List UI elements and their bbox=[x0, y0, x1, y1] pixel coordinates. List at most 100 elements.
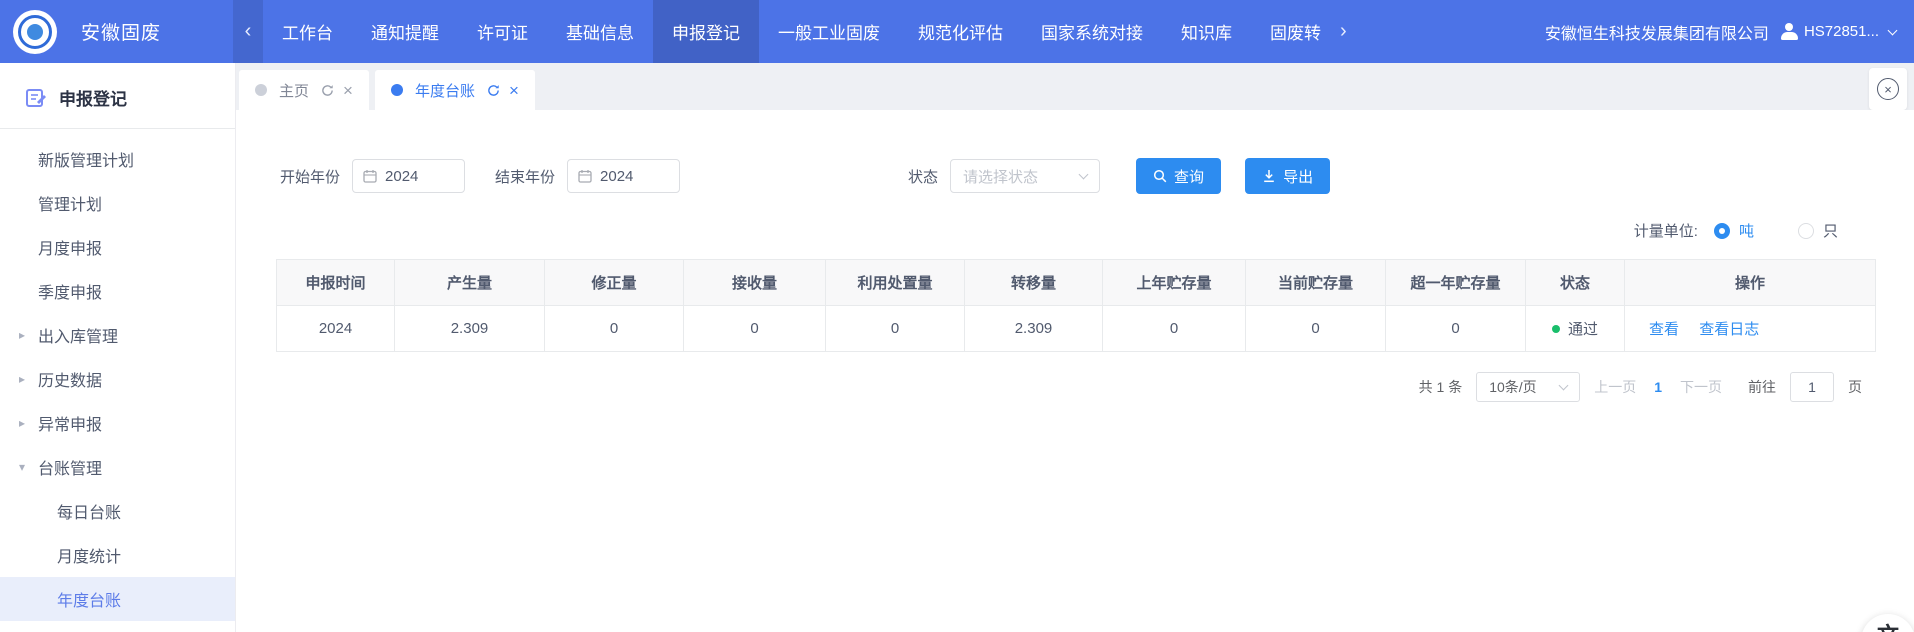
cell-utilized-disposed: 0 bbox=[826, 306, 965, 352]
primary-nav: 工作台 通知提醒 许可证 基础信息 申报登记 一般工业固废 规范化评估 国家系统… bbox=[263, 0, 1340, 63]
tab-annual-ledger[interactable]: 年度台账 × bbox=[375, 70, 535, 110]
col-declare-time: 申报时间 bbox=[277, 260, 395, 306]
username: HS72851... bbox=[1804, 23, 1879, 40]
nav-scroll-right-icon[interactable]: › bbox=[1340, 0, 1353, 63]
col-current-storage: 当前贮存量 bbox=[1246, 260, 1386, 306]
sidebar-item-abnormal-declaration[interactable]: ▸异常申报 bbox=[0, 401, 235, 445]
nav-item-general-industrial-waste[interactable]: 一般工业固废 bbox=[759, 0, 899, 63]
radio-ton[interactable] bbox=[1714, 223, 1730, 239]
view-link[interactable]: 查看 bbox=[1649, 321, 1679, 338]
main-content: 开始年份 2024 结束年份 2024 状态 请选择状态 bbox=[236, 110, 1914, 632]
sidebar-item-monthly-statistics[interactable]: 月度统计 bbox=[0, 533, 235, 577]
total-count: 共 1 条 bbox=[1419, 377, 1463, 397]
app-title: 安徽固废 bbox=[81, 18, 161, 45]
top-navbar: 安徽固废 ‹ 工作台 通知提醒 许可证 基础信息 申报登记 一般工业固废 规范化… bbox=[0, 0, 1914, 63]
col-actions: 操作 bbox=[1625, 260, 1876, 306]
caret-down-icon: ▾ bbox=[19, 460, 25, 474]
col-corrected: 修正量 bbox=[545, 260, 684, 306]
table-row: 2024 2.309 0 0 0 2.309 0 0 0 通过 查看 查看日志 bbox=[277, 306, 1876, 352]
status-badge: 通过 bbox=[1568, 318, 1598, 339]
page-size-select[interactable]: 10条/页 bbox=[1476, 372, 1580, 402]
status-label: 状态 bbox=[908, 166, 938, 187]
col-generated: 产生量 bbox=[395, 260, 545, 306]
status-select[interactable]: 请选择状态 bbox=[950, 159, 1100, 193]
caret-right-icon: ▸ bbox=[19, 416, 25, 430]
pagination: 共 1 条 10条/页 上一页 1 下一页 前往 1 页 bbox=[236, 372, 1914, 402]
unit-label: 计量单位: bbox=[1634, 220, 1698, 241]
cell-generated: 2.309 bbox=[395, 306, 545, 352]
end-year-label: 结束年份 bbox=[495, 166, 555, 187]
prev-page-button[interactable]: 上一页 bbox=[1594, 377, 1636, 397]
unit-switcher: 计量单位: 吨 只 bbox=[236, 220, 1914, 241]
close-all-tabs-button[interactable]: × bbox=[1869, 68, 1907, 110]
col-last-year-storage: 上年贮存量 bbox=[1103, 260, 1246, 306]
calendar-icon bbox=[363, 169, 377, 183]
close-icon[interactable]: × bbox=[509, 82, 519, 99]
nav-item-knowledge-base[interactable]: 知识库 bbox=[1162, 0, 1251, 63]
page-suffix: 页 bbox=[1848, 377, 1862, 397]
chevron-down-icon bbox=[1888, 25, 1898, 35]
radio-piece[interactable] bbox=[1798, 223, 1814, 239]
current-page[interactable]: 1 bbox=[1650, 379, 1666, 395]
caret-right-icon: ▸ bbox=[19, 372, 25, 386]
calendar-icon bbox=[578, 169, 592, 183]
sidebar-menu: 新版管理计划 管理计划 月度申报 季度申报 ▸出入库管理 ▸历史数据 ▸异常申报… bbox=[0, 129, 235, 621]
start-year-label: 开始年份 bbox=[280, 166, 340, 187]
filter-bar: 开始年份 2024 结束年份 2024 状态 请选择状态 bbox=[236, 158, 1914, 194]
user-icon bbox=[1781, 23, 1798, 40]
user-menu[interactable]: HS72851... bbox=[1781, 23, 1896, 40]
tab-strip: 主页 × 年度台账 × × bbox=[236, 63, 1914, 110]
sidebar-title: 申报登记 bbox=[59, 85, 127, 110]
nav-item-notifications[interactable]: 通知提醒 bbox=[352, 0, 458, 63]
sidebar-item-ledger-management[interactable]: ▾台账管理 bbox=[0, 445, 235, 489]
sidebar-item-management-plan[interactable]: 管理计划 bbox=[0, 181, 235, 225]
sidebar-item-annual-ledger[interactable]: 年度台账 bbox=[0, 577, 235, 621]
floating-widget-button[interactable]: 文 bbox=[1861, 614, 1914, 632]
sidebar-item-history-data[interactable]: ▸历史数据 bbox=[0, 357, 235, 401]
cell-transferred: 2.309 bbox=[965, 306, 1103, 352]
radio-piece-label[interactable]: 只 bbox=[1823, 220, 1838, 241]
refresh-icon[interactable] bbox=[321, 84, 334, 97]
nav-item-declaration[interactable]: 申报登记 bbox=[653, 0, 759, 63]
chevron-down-icon bbox=[1079, 170, 1089, 180]
close-icon[interactable]: × bbox=[343, 82, 353, 99]
company-name: 安徽恒生科技发展集团有限公司 bbox=[1545, 20, 1769, 44]
sidebar-item-daily-ledger[interactable]: 每日台账 bbox=[0, 489, 235, 533]
next-page-button[interactable]: 下一页 bbox=[1680, 377, 1722, 397]
sidebar-item-quarterly-declaration[interactable]: 季度申报 bbox=[0, 269, 235, 313]
cell-current-storage: 0 bbox=[1246, 306, 1386, 352]
sidebar-item-inout-warehouse[interactable]: ▸出入库管理 bbox=[0, 313, 235, 357]
nav-item-basic-info[interactable]: 基础信息 bbox=[547, 0, 653, 63]
end-year-input[interactable]: 2024 bbox=[567, 159, 680, 193]
cell-received: 0 bbox=[684, 306, 826, 352]
cell-corrected: 0 bbox=[545, 306, 684, 352]
app-logo-icon bbox=[13, 10, 57, 54]
logo-emblem bbox=[27, 24, 43, 40]
search-button[interactable]: 查询 bbox=[1136, 158, 1221, 194]
nav-item-workbench[interactable]: 工作台 bbox=[263, 0, 352, 63]
radio-ton-label[interactable]: 吨 bbox=[1739, 220, 1754, 241]
export-button[interactable]: 导出 bbox=[1245, 158, 1330, 194]
refresh-icon[interactable] bbox=[487, 84, 500, 97]
brand-zone: 安徽固废 bbox=[0, 0, 233, 63]
col-over-one-year-storage: 超一年贮存量 bbox=[1386, 260, 1526, 306]
goto-label: 前往 bbox=[1748, 377, 1776, 397]
view-log-link[interactable]: 查看日志 bbox=[1699, 321, 1759, 338]
nav-item-standardization-assessment[interactable]: 规范化评估 bbox=[899, 0, 1022, 63]
sidebar-item-new-management-plan[interactable]: 新版管理计划 bbox=[0, 137, 235, 181]
sidebar-item-monthly-declaration[interactable]: 月度申报 bbox=[0, 225, 235, 269]
nav-item-national-system[interactable]: 国家系统对接 bbox=[1022, 0, 1162, 63]
col-received: 接收量 bbox=[684, 260, 826, 306]
goto-page-input[interactable]: 1 bbox=[1790, 372, 1834, 402]
chevron-down-icon bbox=[1559, 381, 1569, 391]
app-window: 安徽固废 ‹ 工作台 通知提醒 许可证 基础信息 申报登记 一般工业固废 规范化… bbox=[0, 0, 1914, 632]
status-dot-icon bbox=[1552, 325, 1560, 333]
nav-item-license[interactable]: 许可证 bbox=[458, 0, 547, 63]
tab-home[interactable]: 主页 × bbox=[239, 70, 369, 110]
nav-item-waste-transfer[interactable]: 固废转 bbox=[1251, 0, 1340, 63]
declaration-form-icon bbox=[25, 87, 47, 109]
start-year-input[interactable]: 2024 bbox=[352, 159, 465, 193]
cell-last-year-storage: 0 bbox=[1103, 306, 1246, 352]
nav-scroll-left-icon[interactable]: ‹ bbox=[233, 0, 263, 63]
col-utilized-disposed: 利用处置量 bbox=[826, 260, 965, 306]
